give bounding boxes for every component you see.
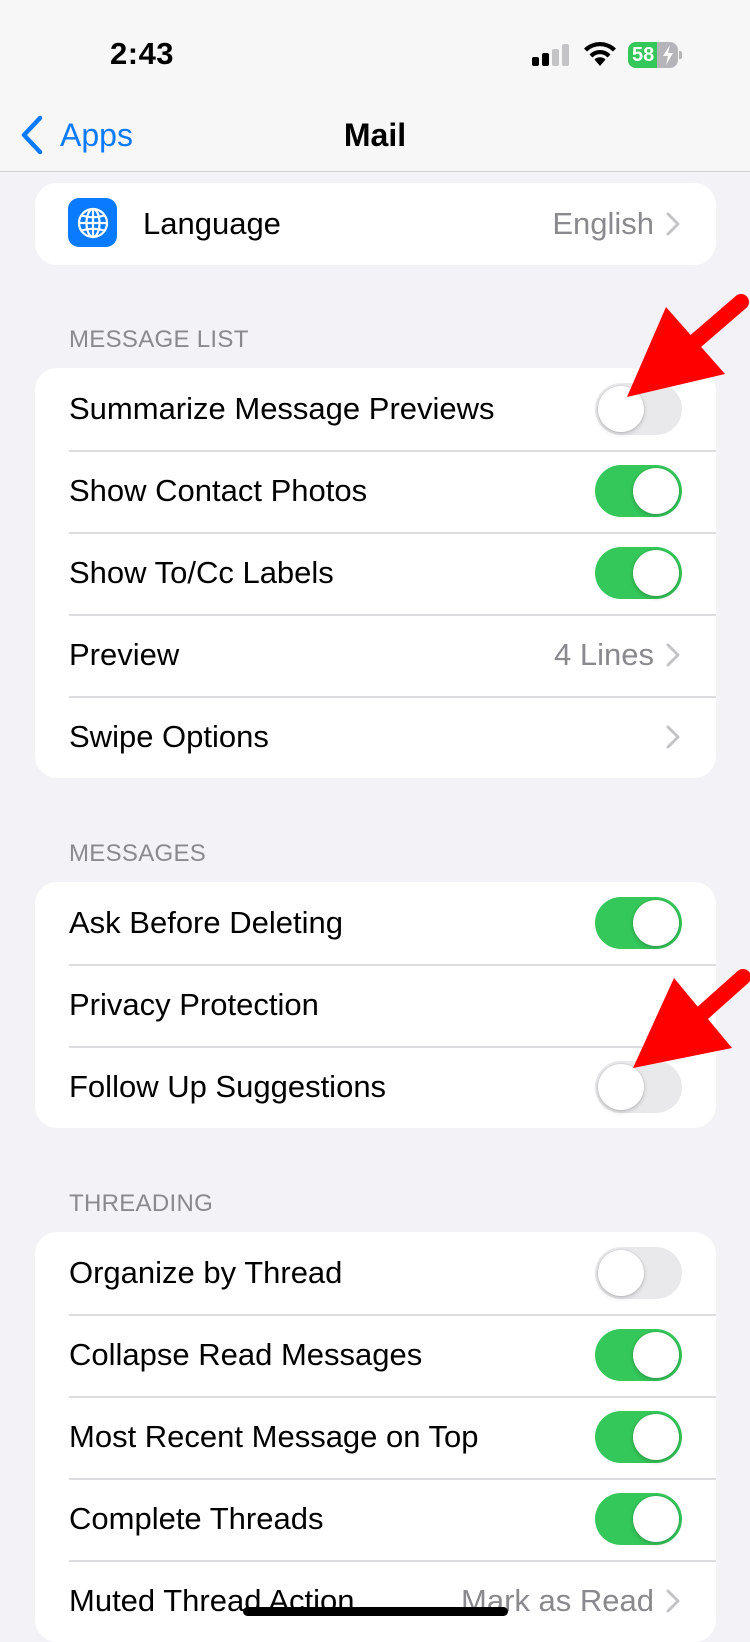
home-indicator[interactable] (243, 1607, 508, 1616)
row-label: Privacy Protection (69, 987, 319, 1022)
chevron-right-icon (666, 993, 680, 1017)
language-label: Language (143, 206, 281, 241)
status-bar: 2:43 58 (0, 0, 750, 100)
show-contact-photos-toggle[interactable] (595, 465, 682, 517)
toggle-knob (598, 386, 644, 432)
chevron-right-icon (666, 212, 680, 236)
row-label: Follow Up Suggestions (69, 1069, 387, 1104)
row-label: Most Recent Message on Top (69, 1419, 479, 1454)
ask-before-deleting-toggle[interactable] (595, 897, 682, 949)
message-list-card: Summarize Message Previews Show Contact P… (35, 368, 716, 778)
row-label: Ask Before Deleting (69, 905, 343, 940)
most-recent-message-on-top-toggle[interactable] (595, 1411, 682, 1463)
row-label: Show Contact Photos (69, 473, 368, 508)
row-label: Collapse Read Messages (69, 1337, 423, 1372)
settings-row-summarize-message-previews: Summarize Message Previews (35, 368, 716, 450)
settings-row-preview[interactable]: Preview 4 Lines (35, 614, 716, 696)
charging-bolt-icon (663, 45, 673, 65)
row-label: Summarize Message Previews (69, 391, 495, 426)
settings-row-show-to-cc-labels: Show To/Cc Labels (35, 532, 716, 614)
row-label: Organize by Thread (69, 1255, 343, 1290)
complete-threads-toggle[interactable] (595, 1493, 682, 1545)
show-to-cc-labels-toggle[interactable] (595, 547, 682, 599)
toggle-knob (633, 468, 679, 514)
settings-row-swipe-options[interactable]: Swipe Options (35, 696, 716, 778)
settings-row-most-recent-message-on-top: Most Recent Message on Top (35, 1396, 716, 1478)
collapse-read-messages-toggle[interactable] (595, 1329, 682, 1381)
language-row[interactable]: Language English (35, 183, 716, 265)
follow-up-suggestions-toggle[interactable] (595, 1061, 682, 1113)
section-header-messages: MESSAGES (69, 840, 207, 867)
settings-row-follow-up-suggestions: Follow Up Suggestions (35, 1046, 716, 1128)
toggle-knob (598, 1250, 644, 1296)
section-header-message-list: MESSAGE LIST (69, 326, 249, 353)
toggle-knob (633, 1332, 679, 1378)
toggle-knob (633, 550, 679, 596)
settings-row-show-contact-photos: Show Contact Photos (35, 450, 716, 532)
status-time: 2:43 (110, 36, 175, 71)
messages-card: Ask Before Deleting Privacy Protection Fol… (35, 882, 716, 1128)
settings-row-organize-by-thread: Organize by Thread (35, 1232, 716, 1314)
row-label: Preview (69, 637, 180, 672)
settings-row-complete-threads: Complete Threads (35, 1478, 716, 1560)
row-label: Show To/Cc Labels (69, 555, 334, 590)
settings-row-privacy-protection[interactable]: Privacy Protection (35, 964, 716, 1046)
battery-percent: 58 (632, 44, 655, 66)
cellular-signal-icon (532, 44, 570, 66)
chevron-right-icon (666, 725, 680, 749)
settings-row-ask-before-deleting: Ask Before Deleting (35, 882, 716, 964)
threading-card: Organize by Thread Collapse Read Messages… (35, 1232, 716, 1642)
organize-by-thread-toggle[interactable] (595, 1247, 682, 1299)
globe-icon (68, 198, 117, 247)
page-title: Mail (343, 117, 407, 153)
row-label: Swipe Options (69, 719, 269, 754)
settings-row-collapse-read-messages: Collapse Read Messages (35, 1314, 716, 1396)
toggle-knob (598, 1064, 644, 1110)
language-value: English (552, 206, 654, 241)
row-value: 4 Lines (554, 637, 654, 672)
toggle-knob (633, 1496, 679, 1542)
row-label: Complete Threads (69, 1501, 324, 1536)
chevron-right-icon (666, 643, 680, 667)
navigation-bar: Apps Mail (0, 100, 750, 172)
wifi-icon (584, 42, 616, 66)
section-header-threading: THREADING (69, 1190, 214, 1217)
toggle-knob (633, 1414, 679, 1460)
language-card: Language English (35, 183, 716, 265)
battery-charging-icon: 58 (628, 42, 682, 68)
summarize-message-previews-toggle[interactable] (595, 383, 682, 435)
chevron-right-icon (666, 1589, 680, 1613)
toggle-knob (633, 900, 679, 946)
